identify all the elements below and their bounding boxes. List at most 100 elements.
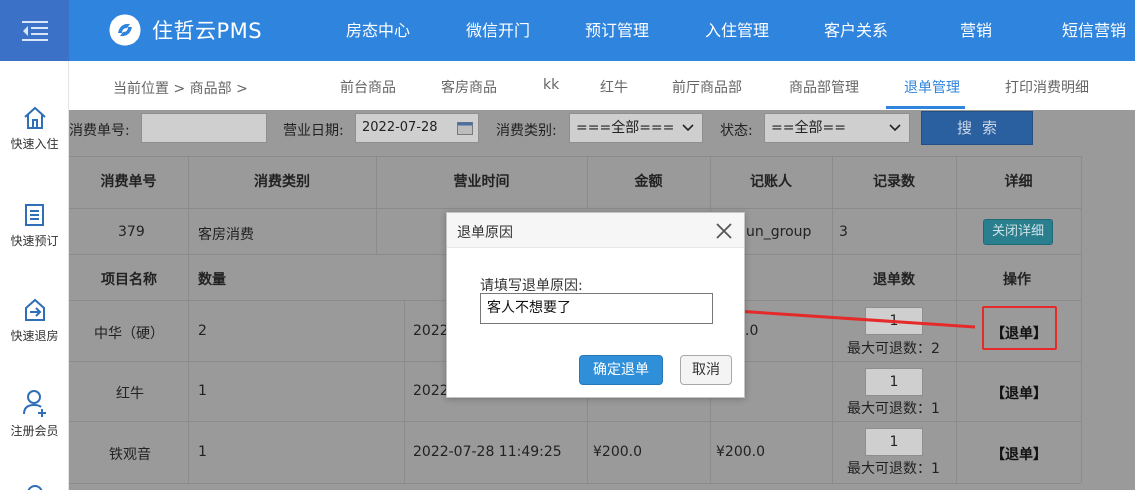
order-count-cell: 3 (839, 224, 848, 240)
table-border (69, 208, 1081, 209)
add-member-icon (22, 390, 46, 417)
max-return-text: 最大可退数：1 (847, 461, 940, 477)
category-select[interactable]: ===全部=== (569, 113, 703, 143)
sidebar-item-label: 快速预订 (10, 234, 59, 248)
sub-header-return-qty: 退单数 (873, 272, 915, 288)
biz-date-value: 2022-07-28 (362, 120, 438, 135)
checkout-icon (24, 298, 45, 321)
sub-header-qty: 数量 (198, 272, 226, 288)
item-time-cell: 2022-07-28 11:49:25 (413, 444, 562, 460)
nav-marketing[interactable]: 营销 (960, 0, 992, 61)
menu-toggle-button[interactable] (0, 0, 69, 61)
refund-reason-label: 请填写退单原因: (480, 278, 583, 294)
item-price-cell: ¥200.0 (593, 444, 642, 460)
tab-red-bull[interactable]: 红牛 (600, 77, 628, 97)
item-qty-cell: 1 (198, 383, 207, 399)
status-select-value: ==全部== (771, 120, 846, 136)
column-header-biz-time: 营业时间 (453, 174, 510, 190)
order-recorder-cell: un_group (746, 224, 812, 240)
close-icon[interactable] (715, 222, 733, 240)
order-no-input[interactable] (141, 113, 267, 143)
dialog-header: 退单原因 (447, 213, 744, 248)
return-order-link[interactable]: 【退单】 (991, 444, 1047, 464)
logo-text: 住哲云PMS (152, 19, 263, 43)
sidebar-item-label: 快速退房 (10, 329, 59, 343)
nav-checkin[interactable]: 入住管理 (705, 0, 769, 61)
confirm-refund-button[interactable]: 确定退单 (579, 355, 663, 385)
column-header-order-no: 消费单号 (100, 174, 157, 190)
sidebar-item-label: 快速入住 (10, 137, 59, 151)
category-select-value: ===全部=== (576, 120, 675, 136)
sidebar-item-label: 注册会员 (10, 424, 59, 438)
item-name-cell: 中华（硬） (94, 326, 164, 342)
return-order-link[interactable]: 【退单】 (991, 383, 1047, 403)
item-amount-cell: ¥200.0 (716, 444, 765, 460)
item-amount-cell: .0 (745, 323, 759, 339)
calendar-icon[interactable] (457, 121, 473, 135)
max-return-text: 最大可退数：2 (847, 341, 940, 357)
search-button[interactable]: 搜索 (921, 111, 1033, 145)
item-name-cell: 铁观音 (109, 447, 151, 463)
order-no-cell: 379 (118, 224, 145, 240)
tab-print-details[interactable]: 打印消费明细 (1005, 77, 1089, 97)
sub-header-action: 操作 (1003, 272, 1031, 288)
sidebar-item-quick-checkin[interactable]: 快速入住 (0, 105, 69, 152)
sidebar-item-more[interactable] (0, 481, 69, 490)
sidebar: 快速入住 快速预订 快速退房 注册会员 (0, 61, 69, 490)
nav-sms-marketing[interactable]: 短信营销 (1062, 0, 1126, 61)
nav-wechat-door[interactable]: 微信开门 (466, 0, 530, 61)
sub-header-item-name: 项目名称 (101, 272, 157, 288)
column-header-category: 消费类别 (254, 174, 310, 190)
menu-collapse-icon (21, 20, 48, 41)
nav-crm[interactable]: 客户关系 (824, 0, 888, 61)
top-header: 住哲云PMS 房态中心 微信开门 预订管理 入住管理 客户关系 营销 短信营销 (0, 0, 1135, 61)
item-qty-cell: 2 (198, 323, 207, 339)
order-category-cell: 客房消费 (198, 227, 254, 243)
tab-goods-management[interactable]: 商品部管理 (789, 77, 859, 97)
chevron-down-icon (682, 124, 694, 132)
breadcrumb: 当前位置 > 商品部 > (113, 81, 248, 97)
table-border (69, 421, 1081, 422)
tab-refund-management[interactable]: 退单管理 (904, 77, 960, 97)
close-detail-button[interactable]: 关闭详细 (983, 219, 1053, 245)
app-logo[interactable]: 住哲云PMS (108, 13, 262, 47)
sidebar-item-register-member[interactable]: 注册会员 (0, 388, 69, 439)
return-qty-input[interactable]: 1 (865, 307, 923, 335)
tab-front-desk-goods[interactable]: 前台商品 (340, 77, 396, 97)
item-name-cell: 红牛 (116, 386, 144, 402)
tab-kk[interactable]: kk (543, 77, 559, 93)
status-label: 状态: (720, 123, 753, 139)
refund-reason-input[interactable]: 客人不想要了 (480, 293, 713, 324)
order-no-label: 消费单号: (69, 123, 130, 139)
biz-date-label: 营业日期: (283, 123, 344, 139)
table-border (404, 300, 405, 483)
search-user-icon (27, 485, 42, 490)
max-return-text: 最大可退数：1 (847, 401, 940, 417)
table-border (188, 254, 189, 483)
biz-date-input[interactable]: 2022-07-28 (355, 113, 479, 143)
dialog-title: 退单原因 (457, 225, 513, 241)
logo-mark-icon (109, 14, 141, 46)
nav-room-status[interactable]: 房态中心 (346, 0, 410, 61)
column-header-recorder: 记账人 (750, 174, 792, 190)
return-qty-input[interactable]: 1 (865, 368, 923, 396)
status-select[interactable]: ==全部== (764, 113, 910, 143)
refund-reason-dialog: 退单原因 请填写退单原因: 客人不想要了 确定退单 取消 (446, 212, 745, 398)
sidebar-item-quick-checkout[interactable]: 快速退房 (0, 297, 69, 344)
return-qty-input[interactable]: 1 (865, 428, 923, 456)
active-tab-indicator (886, 106, 965, 109)
nav-booking[interactable]: 预订管理 (585, 0, 649, 61)
item-time-cell: 2022 (413, 383, 449, 399)
cancel-button[interactable]: 取消 (680, 355, 732, 385)
sidebar-item-quick-booking[interactable]: 快速预订 (0, 202, 69, 249)
table-border (69, 483, 1081, 484)
tab-room-goods[interactable]: 客房商品 (441, 77, 497, 97)
column-header-detail: 详细 (1004, 174, 1033, 190)
annotation-highlight-box (982, 306, 1057, 350)
item-time-cell: 2022 (413, 323, 449, 339)
item-qty-cell: 1 (198, 444, 207, 460)
tab-lobby-goods[interactable]: 前厅商品部 (672, 77, 742, 97)
home-icon (23, 106, 46, 129)
column-header-record-count: 记录数 (873, 174, 915, 190)
booking-icon (24, 204, 44, 226)
